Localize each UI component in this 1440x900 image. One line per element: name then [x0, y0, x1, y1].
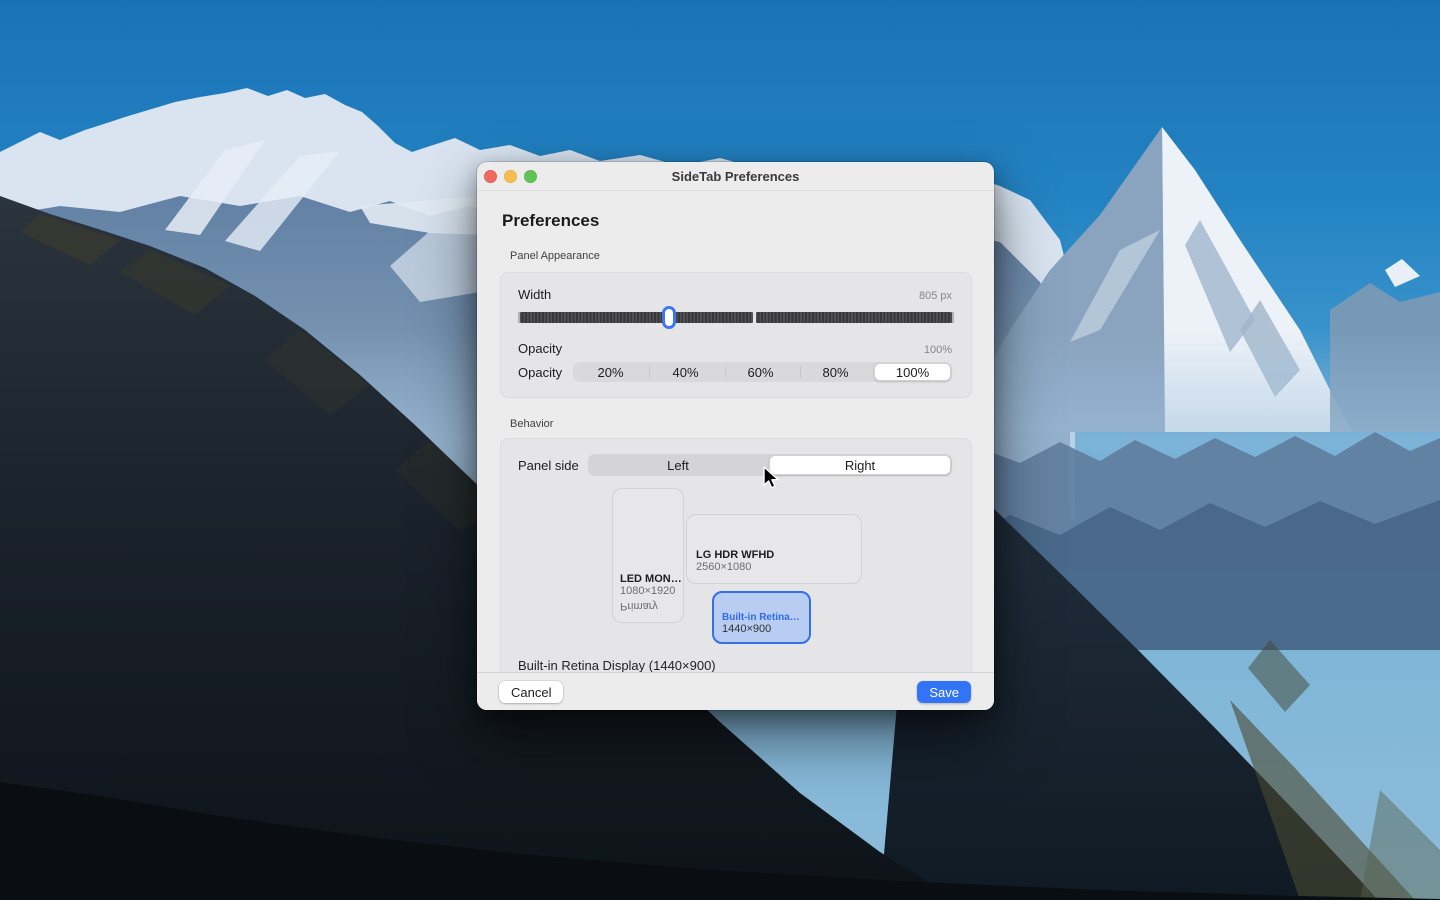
- slider-track-left[interactable]: [520, 312, 753, 323]
- opacity-option-40[interactable]: 40%: [648, 362, 723, 382]
- display-primary-note-flipped: Primary: [620, 600, 676, 612]
- opacity-label: Opacity: [518, 341, 562, 356]
- window-title: SideTab Preferences: [477, 162, 994, 191]
- panel-side-label: Panel side: [518, 458, 588, 473]
- panel-side-row: Panel side Left Right: [518, 454, 952, 476]
- selected-display-caption: Built-in Retina Display (1440×900): [518, 658, 716, 673]
- slider-end-cap-left: [518, 312, 520, 323]
- width-slider[interactable]: [518, 306, 954, 330]
- slider-track-right[interactable]: [756, 312, 952, 323]
- opacity-option-20[interactable]: 20%: [573, 362, 648, 382]
- desktop: SideTab Preferences Preferences Panel Ap…: [0, 0, 1440, 900]
- display-name: LED MON…: [620, 573, 676, 585]
- section-label-panel-appearance: Panel Appearance: [510, 250, 600, 262]
- close-button[interactable]: [484, 170, 497, 183]
- width-label: Width: [518, 287, 551, 302]
- opacity-row: Opacity 100%: [518, 341, 952, 356]
- panel-side-option-left[interactable]: Left: [588, 454, 768, 476]
- display-tile-lg-hdr-wfhd[interactable]: LG HDR WFHD 2560×1080: [686, 514, 862, 584]
- panel-side-option-right-selected[interactable]: Right: [769, 455, 951, 475]
- traffic-lights: [484, 170, 537, 183]
- page-title: Preferences: [502, 211, 599, 231]
- opacity-segmented-control: 20% 40% 60% 80% 100%: [573, 362, 952, 382]
- segment-separator: [725, 366, 726, 378]
- panel-side-segmented-control: Left Right: [588, 454, 952, 476]
- behavior-card: Panel side Left Right LED MON… 1080×1920…: [500, 438, 972, 678]
- section-label-behavior: Behavior: [510, 418, 553, 430]
- segment-separator: [649, 366, 650, 378]
- opacity-control-row: Opacity 20% 40% 60% 80% 100%: [518, 362, 952, 382]
- opacity-option-60[interactable]: 60%: [723, 362, 798, 382]
- width-value: 805 px: [919, 290, 952, 302]
- segment-separator: [800, 366, 801, 378]
- display-resolution: 1440×900: [722, 623, 801, 636]
- slider-thumb[interactable]: [662, 306, 676, 329]
- panel-appearance-card: Width 805 px Opacity 100% Opacity 20% 40…: [500, 272, 972, 398]
- display-tile-built-in-retina-selected[interactable]: Built-in Retina… 1440×900: [712, 591, 811, 644]
- slider-end-cap-right: [952, 312, 954, 323]
- display-resolution: 1080×1920: [620, 585, 676, 598]
- zoom-button[interactable]: [524, 170, 537, 183]
- titlebar[interactable]: SideTab Preferences: [477, 162, 994, 191]
- display-name: Built-in Retina…: [722, 612, 801, 623]
- footer-bar: Cancel Save: [477, 672, 994, 710]
- save-button[interactable]: Save: [917, 681, 971, 703]
- opacity-control-label: Opacity: [518, 365, 573, 380]
- opacity-value: 100%: [924, 344, 952, 356]
- display-name: LG HDR WFHD: [696, 549, 852, 561]
- opacity-option-80[interactable]: 80%: [798, 362, 873, 382]
- opacity-option-100-selected[interactable]: 100%: [874, 363, 951, 381]
- cancel-button[interactable]: Cancel: [499, 681, 563, 703]
- display-resolution: 2560×1080: [696, 561, 852, 574]
- preferences-window: SideTab Preferences Preferences Panel Ap…: [477, 162, 994, 710]
- width-row: Width 805 px: [518, 287, 952, 302]
- display-tile-led-monitor[interactable]: LED MON… 1080×1920 Primary: [612, 488, 684, 623]
- minimize-button[interactable]: [504, 170, 517, 183]
